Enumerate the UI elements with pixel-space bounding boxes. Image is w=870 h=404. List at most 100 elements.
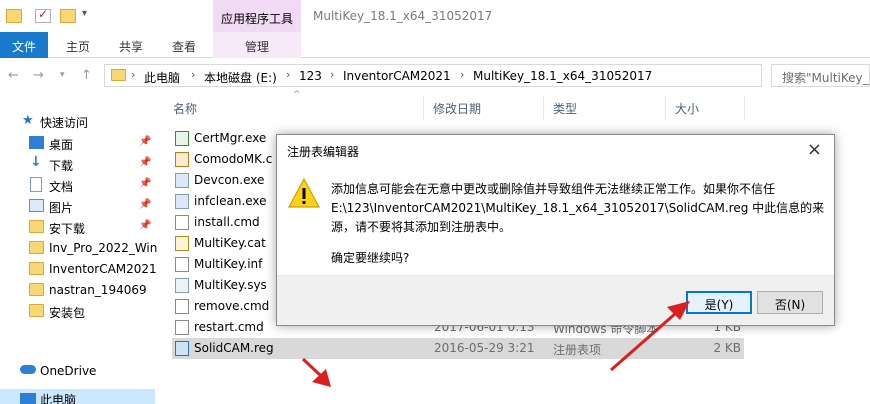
- tab-share[interactable]: 共享: [113, 32, 149, 58]
- folder-icon: [29, 220, 44, 233]
- pin-icon[interactable]: 📌: [139, 220, 151, 231]
- script-icon: [175, 215, 189, 230]
- sidebar-item-documents[interactable]: 文档 📌: [0, 174, 155, 196]
- breadcrumb-multikey[interactable]: MultiKey_18.1_x64_31052017: [473, 69, 652, 83]
- sidebar-item-onedrive[interactable]: OneDrive: [0, 360, 155, 382]
- cloud-icon: [20, 365, 36, 374]
- column-header-type[interactable]: 类型: [553, 100, 577, 117]
- application-icon: [175, 173, 189, 188]
- forward-arrow-icon[interactable]: →: [33, 68, 44, 83]
- tab-view[interactable]: 查看: [166, 32, 202, 58]
- sidebar-item-label: 下载: [49, 159, 74, 173]
- tab-file[interactable]: 文件: [0, 32, 48, 58]
- pin-icon[interactable]: 📌: [139, 157, 151, 168]
- back-arrow-icon[interactable]: ←: [8, 68, 19, 83]
- breadcrumb-this-pc[interactable]: 此电脑: [144, 69, 180, 86]
- column-divider[interactable]: [744, 96, 745, 120]
- security-catalog-icon: [175, 152, 189, 167]
- file-name: SolidCAM.reg: [194, 341, 274, 355]
- up-arrow-icon[interactable]: ↑: [81, 68, 92, 83]
- file-name: infclean.exe: [194, 194, 267, 208]
- sidebar-item-label: OneDrive: [40, 364, 97, 378]
- sidebar-item-desktop[interactable]: 桌面 📌: [0, 132, 155, 154]
- dialog-button-bar: 是(Y) 否(N): [277, 275, 834, 325]
- registry-editor-dialog: 注册表编辑器 × 添加信息可能会在无意中更改或删除值并导致组件无法继续正常工作。…: [276, 134, 835, 326]
- system-file-icon: [175, 278, 189, 293]
- column-divider[interactable]: [543, 96, 544, 120]
- pictures-icon: [29, 199, 44, 212]
- documents-icon: [30, 177, 42, 192]
- sidebar-item-label: Inv_Pro_2022_Win: [49, 241, 158, 255]
- sidebar-item-label: 安下载: [49, 222, 86, 236]
- setup-info-icon: [175, 257, 189, 272]
- application-icon: [175, 194, 189, 209]
- search-input[interactable]: 搜索"MultiKey_1: [771, 64, 870, 87]
- sidebar-item-inv-pro[interactable]: Inv_Pro_2022_Win: [0, 237, 158, 259]
- file-name: MultiKey.inf: [194, 257, 263, 271]
- file-name: install.cmd: [194, 215, 260, 229]
- sidebar-quick-access[interactable]: ★ 快速访问: [0, 110, 155, 132]
- tab-manage[interactable]: 管理: [213, 32, 301, 58]
- recent-locations-icon[interactable]: ▾: [60, 70, 65, 80]
- column-divider[interactable]: [423, 96, 424, 120]
- file-size: 2 KB: [713, 341, 741, 355]
- sidebar-item-label: 图片: [49, 201, 74, 215]
- pin-icon[interactable]: 📌: [139, 136, 151, 147]
- desktop-icon: [29, 136, 44, 149]
- sidebar-item-label: nastran_194069: [49, 283, 147, 297]
- sidebar-item-pictures[interactable]: 图片 📌: [0, 195, 155, 217]
- close-icon[interactable]: ×: [807, 139, 822, 160]
- breadcrumb-inventorcam[interactable]: InventorCAM2021: [343, 69, 451, 83]
- sidebar-item-nastran[interactable]: nastran_194069: [0, 279, 155, 301]
- tab-home[interactable]: 主页: [60, 32, 96, 58]
- file-name: remove.cmd: [194, 299, 270, 313]
- sidebar-item-label: 文档: [49, 180, 74, 194]
- dialog-confirm-question: 确定要继续吗?: [331, 251, 410, 265]
- address-row: ← → ▾ ↑ › 此电脑 › 本地磁盘 (E:) › 123 › Invent…: [0, 58, 870, 92]
- breadcrumb-separator-icon: ›: [131, 68, 136, 81]
- yes-button[interactable]: 是(Y): [686, 291, 752, 314]
- sidebar-item-anzhuangbao[interactable]: 安装包: [0, 300, 155, 322]
- folder-icon: [29, 283, 44, 296]
- certificate-app-icon: [175, 131, 189, 146]
- title-bar: ✓ ▾ 应用程序工具 MultiKey_18.1_x64_31052017: [0, 0, 870, 32]
- breadcrumb-separator-icon: ›: [191, 68, 196, 81]
- sidebar-item-inventorcam[interactable]: InventorCAM2021: [0, 258, 157, 280]
- dialog-message-line: 添加信息可能会在无意中更改或删除值并导致组件无法继续正常工作。如果你不信任: [331, 182, 776, 196]
- sidebar-item-label: InventorCAM2021: [49, 262, 157, 276]
- file-name: MultiKey.sys: [194, 278, 267, 292]
- script-icon: [175, 320, 189, 335]
- script-icon: [175, 299, 189, 314]
- sidebar-item-this-pc[interactable]: 此电脑: [0, 389, 155, 404]
- window-title: MultiKey_18.1_x64_31052017: [313, 9, 493, 23]
- breadcrumb-123[interactable]: 123: [299, 69, 322, 83]
- file-date: 2016-05-29 3:21: [434, 341, 535, 355]
- dialog-message: 添加信息可能会在无意中更改或删除值并导致组件无法继续正常工作。如果你不信任 E:…: [331, 180, 825, 237]
- search-placeholder: 搜索"MultiKey_1: [782, 71, 870, 85]
- dialog-message-line: E:\123\InventorCAM2021\MultiKey_18.1_x64…: [331, 201, 825, 215]
- file-name: ComodoMK.c: [194, 152, 273, 166]
- column-divider[interactable]: [665, 96, 666, 120]
- sidebar-item-label: 此电脑: [40, 393, 77, 404]
- column-header-name[interactable]: 名称: [173, 100, 197, 117]
- new-folder-icon[interactable]: [60, 9, 76, 23]
- address-bar[interactable]: › 此电脑 › 本地磁盘 (E:) › 123 › InventorCAM202…: [104, 64, 762, 87]
- file-row-solidcam-reg[interactable]: SolidCAM.reg 2016-05-29 3:21 注册表项 2 KB: [172, 338, 744, 359]
- folder-icon[interactable]: [6, 9, 22, 23]
- breadcrumb-separator-icon: ›: [330, 68, 335, 81]
- sidebar-item-label: 桌面: [49, 138, 74, 152]
- column-header-size[interactable]: 大小: [675, 100, 699, 117]
- breadcrumb-drive-e[interactable]: 本地磁盘 (E:): [204, 69, 277, 86]
- folder-icon: [29, 241, 44, 254]
- properties-icon[interactable]: ✓: [35, 7, 51, 23]
- no-button[interactable]: 否(N): [757, 291, 823, 314]
- sidebar-item-downloads[interactable]: ↓ 下载 📌: [0, 153, 155, 175]
- sidebar-item-label: 快速访问: [40, 116, 89, 130]
- customize-toolbar-icon[interactable]: ▾: [82, 8, 87, 19]
- navigation-pane: ★ 快速访问 桌面 📌 ↓ 下载 📌 文档 📌 图片 📌 安下载 📌 Inv_P…: [0, 92, 158, 404]
- sidebar-item-anxiazai[interactable]: 安下载 📌: [0, 216, 155, 238]
- pin-icon[interactable]: 📌: [139, 178, 151, 189]
- file-name: Devcon.exe: [194, 173, 265, 187]
- column-header-date[interactable]: 修改日期: [433, 100, 481, 117]
- pin-icon[interactable]: 📌: [139, 199, 151, 210]
